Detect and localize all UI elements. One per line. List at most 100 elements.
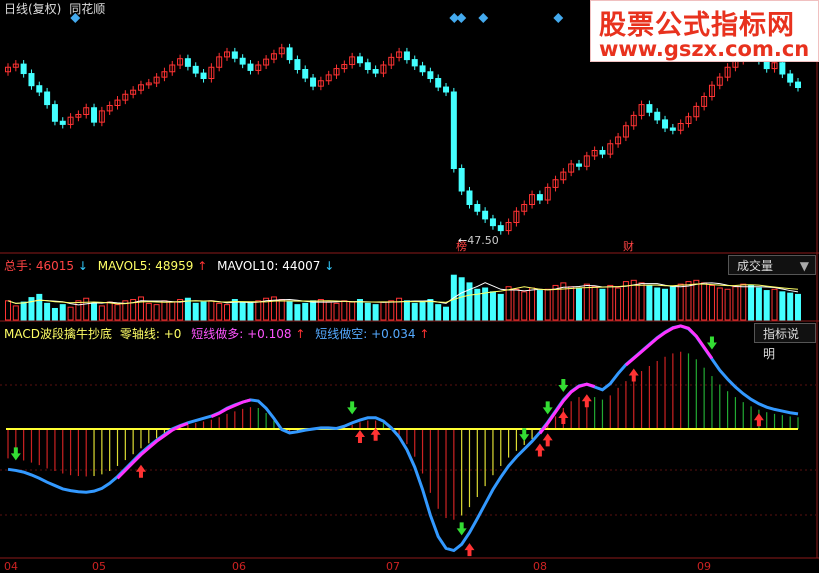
volume-bar [662, 288, 669, 321]
candle-body [497, 225, 504, 232]
volume-bar [380, 301, 387, 321]
volume-bar [153, 304, 160, 321]
x-tick-label: 07 [386, 560, 400, 573]
volume-bar [575, 287, 582, 321]
x-tick-label: 05 [92, 560, 106, 573]
total-label: 总手: [4, 259, 33, 273]
x-tick-label: 04 [4, 560, 18, 573]
mavol10-value: 44007 [282, 259, 321, 273]
volume-bar [701, 282, 708, 321]
zero-label: 零轴线: [119, 327, 160, 341]
long-label: 短线做多: [191, 327, 244, 341]
volume-bar [161, 300, 168, 321]
mavol5-arrow-icon: ↑ [197, 259, 208, 273]
volume-bar [748, 284, 755, 321]
volume-bar [552, 284, 559, 321]
event-diamond-icon [456, 13, 467, 23]
candle-body [795, 81, 801, 88]
mavol5-value: 48959 [155, 259, 194, 273]
watermark-line2: www.gszx.com.cn [599, 37, 810, 61]
candle-body [435, 78, 442, 88]
volume-bar [310, 300, 317, 321]
short-arrow-icon: ↑ [419, 327, 430, 341]
candle-body [286, 47, 293, 61]
chart-title: 日线(复权) 同花顺 [4, 0, 105, 17]
volume-bar [192, 302, 199, 321]
watermark-logo: 股票公式指标网 www.gszx.com.cn [590, 0, 819, 62]
buy-arrow-icon [542, 433, 553, 447]
low-price-value: 47.50 [467, 234, 499, 247]
candle-body [646, 104, 653, 113]
volume-bar [787, 292, 794, 321]
volume-bar [247, 302, 254, 321]
candle-body [779, 62, 786, 75]
event-tag-bang[interactable]: 榜 [456, 238, 467, 254]
volume-bar [489, 291, 496, 321]
volume-bar [12, 305, 19, 321]
volume-bar [607, 284, 614, 321]
candle-body [28, 73, 35, 87]
candle-body [91, 107, 98, 123]
volume-bar [341, 300, 348, 321]
volume-bar [356, 299, 363, 321]
volume-bar [278, 299, 285, 321]
sell-arrow-icon [558, 379, 569, 392]
buy-arrow-icon [534, 443, 545, 457]
volume-bar [419, 301, 426, 321]
volume-bar [145, 302, 152, 321]
volume-bar [755, 287, 762, 321]
candle-body [787, 73, 794, 83]
volume-bar [36, 293, 43, 321]
candle-body [482, 210, 489, 220]
volume-bar [779, 291, 786, 321]
x-tick-label: 09 [697, 560, 711, 573]
candle-body [450, 91, 457, 169]
volume-bar [51, 307, 58, 321]
period-label[interactable]: 日线(复权) [4, 2, 61, 16]
volume-bar [255, 300, 262, 321]
candle-body [239, 57, 246, 65]
short-signal-line [7, 324, 799, 553]
volume-bar [200, 301, 207, 321]
event-tag-text: 财 [623, 240, 634, 253]
volume-bar [724, 288, 731, 321]
candle-body [536, 194, 543, 201]
candle-body [184, 58, 191, 67]
candle-body [466, 190, 473, 205]
event-tag-text: 榜 [456, 240, 467, 253]
buy-arrow-icon [628, 368, 639, 382]
candle-body [669, 127, 676, 131]
volume-bar [83, 297, 90, 321]
volume-bar [583, 283, 590, 321]
candle-body [192, 65, 199, 74]
event-tag-cai[interactable]: 财 [623, 238, 634, 254]
chevron-down-icon: ▼ [799, 259, 809, 273]
volume-bar [740, 283, 747, 321]
volume-bar [677, 283, 684, 321]
volume-bar [622, 281, 629, 321]
volume-bar [411, 302, 418, 321]
mavol10-label: MAVOL10: [217, 259, 279, 273]
volume-bar [59, 304, 66, 321]
candle-body [20, 63, 27, 75]
volume-bar [771, 288, 778, 321]
volume-bar [169, 301, 176, 321]
volume-bar [544, 288, 551, 321]
long-signal-line [624, 324, 714, 367]
indicator-help-button[interactable]: 指标说明 [754, 323, 816, 361]
indicator-dropdown[interactable]: 成交量 ▼ [728, 255, 816, 275]
sell-arrow-icon [706, 336, 717, 350]
volume-bar [364, 302, 371, 321]
candle-body [474, 204, 481, 212]
buy-arrow-icon [354, 430, 365, 444]
long-value: +0.108 [247, 327, 292, 341]
candle-body [411, 59, 418, 67]
volume-bar [20, 301, 27, 321]
buy-arrow-icon [581, 394, 592, 408]
volume-bar [427, 299, 434, 321]
volume-bar [536, 290, 543, 321]
candle-body [372, 69, 379, 74]
candle-body [231, 51, 238, 59]
volume-bar [615, 287, 622, 321]
volume-bar [294, 304, 301, 321]
